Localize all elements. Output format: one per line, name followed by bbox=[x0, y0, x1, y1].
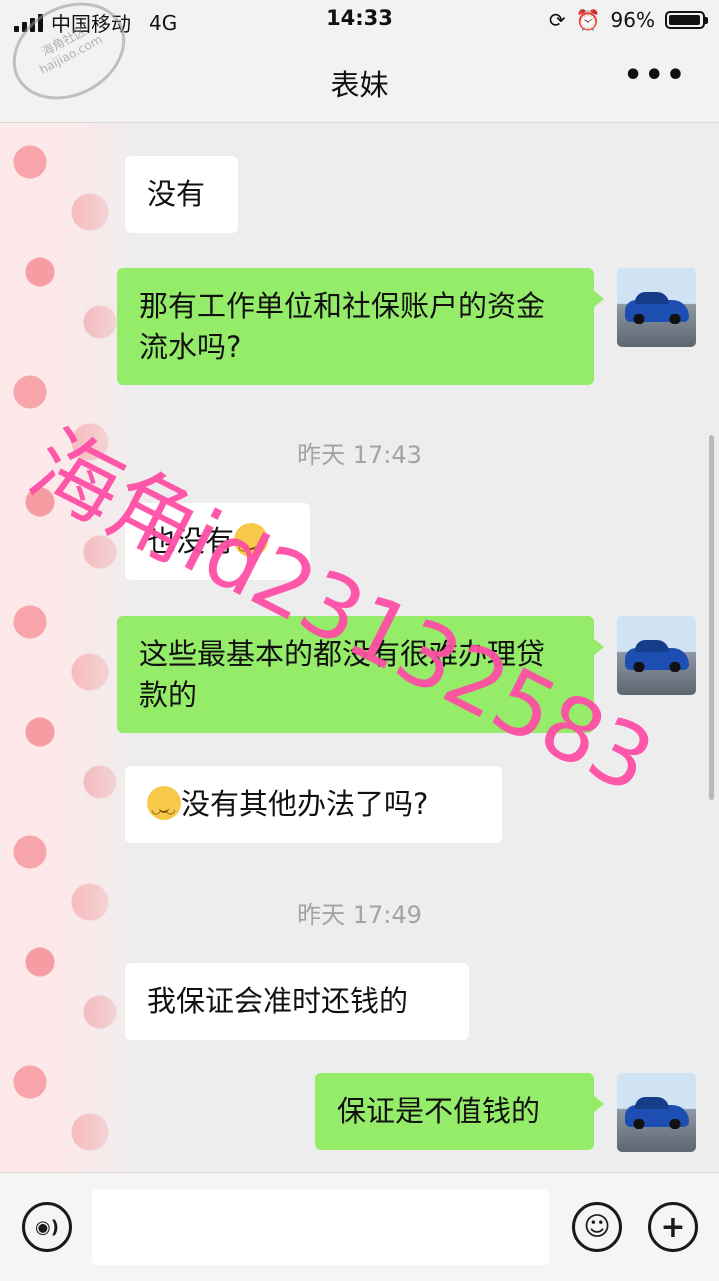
rotation-lock-icon: ⟳ bbox=[548, 8, 566, 32]
battery-fill bbox=[669, 15, 700, 25]
message-text: 没有 bbox=[147, 177, 206, 211]
message-bubble-outgoing[interactable]: 保证是不值钱的 bbox=[315, 1073, 604, 1150]
battery-percent: 96% bbox=[610, 8, 655, 32]
smile-emoji-icon bbox=[147, 786, 181, 830]
timestamp: 昨天 17:49 bbox=[297, 901, 422, 929]
message-text: 没有其他办法了吗? bbox=[181, 787, 429, 821]
battery-icon bbox=[665, 11, 708, 29]
message-bubble-incoming[interactable]: 没有其他办法了吗? bbox=[125, 766, 502, 843]
message-input[interactable] bbox=[92, 1189, 549, 1265]
input-bar: ◉) ☺ + bbox=[0, 1172, 719, 1281]
message-bubble-incoming[interactable]: 没有 bbox=[125, 156, 238, 233]
user-avatar[interactable] bbox=[617, 1073, 696, 1152]
alarm-icon: ⏰ bbox=[575, 8, 601, 32]
more-dots-icon[interactable]: ••• bbox=[623, 58, 687, 93]
voice-icon[interactable]: ◉) bbox=[22, 1202, 72, 1252]
message-text: 我保证会准时还钱的 bbox=[147, 984, 409, 1018]
scrollbar[interactable] bbox=[709, 435, 714, 800]
message-bubble-outgoing[interactable]: 那有工作单位和社保账户的资金流水吗? bbox=[117, 268, 604, 385]
message-bubble-incoming[interactable]: 我保证会准时还钱的 bbox=[125, 963, 469, 1040]
user-avatar[interactable] bbox=[617, 268, 696, 347]
message-text: 保证是不值钱的 bbox=[337, 1094, 541, 1128]
message-text: 那有工作单位和社保账户的资金流水吗? bbox=[139, 289, 546, 364]
emoji-icon[interactable]: ☺ bbox=[572, 1202, 622, 1252]
plus-icon[interactable]: + bbox=[648, 1202, 698, 1252]
